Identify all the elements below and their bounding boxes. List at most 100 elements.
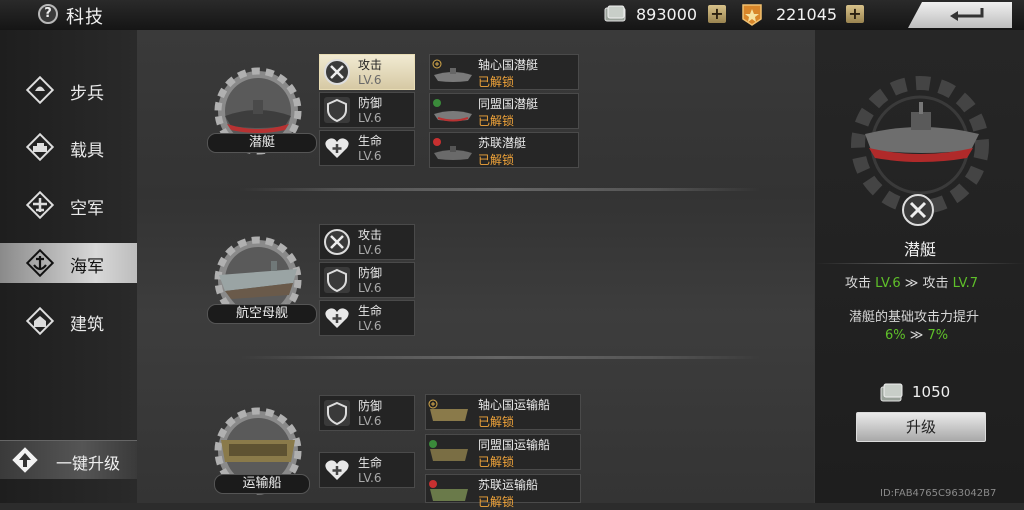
attack-attribute-button[interactable]: 攻击 LV.6 [319, 224, 415, 260]
unit-label-carrier: 航空母舰 [207, 304, 317, 324]
medal-value: 221045 [776, 5, 838, 24]
transport-thumbnail-icon [429, 480, 468, 501]
attribute-name: 生命 [358, 134, 383, 148]
back-button[interactable] [908, 2, 1012, 28]
unlock-status: 已解锁 [478, 455, 515, 469]
sidebar-item-infantry[interactable]: 步兵 [0, 70, 137, 110]
unlock-status: 已解锁 [478, 153, 515, 167]
medal-icon [742, 4, 762, 26]
upgrade-description: 潜艇的基础攻击力提升 [849, 310, 980, 325]
submarine-thumbnail-icon [433, 138, 472, 160]
unlock-soviet-transport[interactable]: 苏联运输船 已解锁 [425, 474, 581, 509]
sidebar-item-airforce[interactable]: 空军 [0, 185, 137, 225]
submarine-thumbnail-icon [433, 99, 472, 122]
sidebar-item-building[interactable]: 建筑 [0, 301, 137, 341]
defense-attribute-button[interactable]: 防御 LV.6 [319, 395, 415, 431]
return-arrow-icon [950, 8, 984, 21]
sidebar-item-label: 空军 [70, 199, 104, 219]
attribute-name: 防御 [358, 266, 383, 280]
sidebar-item-navy[interactable]: 海军 [0, 243, 137, 283]
attribute-name: 生命 [358, 304, 383, 318]
detail-unit-name: 潜艇 [903, 240, 936, 259]
health-attribute-button[interactable]: 生命 LV.6 [319, 452, 415, 488]
unit-label-submarine: 潜艇 [207, 133, 317, 153]
transport-thumbnail-icon [428, 399, 468, 421]
one-key-upgrade-label: 一键升级 [56, 454, 121, 473]
sidebar-item-label: 步兵 [70, 84, 104, 104]
upgrade-button[interactable]: 升级 [856, 412, 986, 442]
unlock-status: 已解锁 [478, 114, 515, 128]
attack-icon [324, 229, 350, 255]
navy-anchor-icon [26, 249, 54, 277]
section-divider [240, 188, 760, 191]
to-percent: 7% [927, 328, 949, 343]
unlock-name: 苏联潜艇 [478, 136, 527, 150]
sidebar-item-label: 建筑 [70, 315, 104, 335]
to-level: LV.7 [952, 276, 979, 291]
to-label: 攻击 [922, 276, 949, 291]
add-cash-button[interactable]: + [708, 5, 726, 23]
attribute-name: 生命 [358, 456, 383, 470]
detail-panel: 潜艇 攻击 LV.6 ≫ 攻击 LV.7 潜艇的基础攻击力提升 6% ≫ 7% … [814, 30, 1024, 503]
detail-submarine-image [865, 102, 979, 162]
infantry-icon [26, 76, 54, 104]
shield-icon [324, 400, 350, 426]
level-change-line: 攻击 LV.6 ≫ 攻击 LV.7 [845, 272, 1024, 291]
attack-icon [324, 59, 350, 85]
defense-attribute-button[interactable]: 防御 LV.6 [319, 92, 415, 128]
upgrade-cost: 1050 [912, 383, 951, 401]
one-key-upgrade-button[interactable]: 一键升级 [0, 440, 137, 479]
health-attribute-button[interactable]: 生命 LV.6 [319, 300, 415, 336]
defense-attribute-button[interactable]: 防御 LV.6 [319, 262, 415, 298]
shield-icon [324, 97, 350, 123]
attack-attribute-button[interactable]: 攻击 LV.6 [319, 54, 415, 90]
health-attribute-button[interactable]: 生命 LV.6 [319, 130, 415, 166]
unlock-soviet-submarine[interactable]: 苏联潜艇 已解锁 [429, 132, 579, 168]
from-level: LV.6 [875, 276, 901, 291]
vehicle-icon [26, 133, 54, 161]
arrow-glyph: ≫ [909, 328, 924, 343]
help-button[interactable]: ? [38, 4, 58, 24]
unlock-axis-submarine[interactable]: 轴心国潜艇 已解锁 [429, 54, 579, 90]
unlock-name: 同盟国潜艇 [478, 97, 539, 111]
unlock-allies-submarine[interactable]: 同盟国潜艇 已解锁 [429, 93, 579, 129]
detail-divider [815, 263, 1024, 264]
attribute-level: LV.6 [358, 73, 382, 87]
unlock-status: 已解锁 [478, 495, 515, 509]
attribute-level: LV.6 [358, 243, 382, 257]
sidebar-item-label: 载具 [70, 141, 104, 161]
attribute-name: 防御 [358, 96, 383, 110]
attribute-level: LV.6 [358, 111, 382, 125]
unlock-allies-transport[interactable]: 同盟国运输船 已解锁 [425, 434, 581, 470]
building-icon [26, 307, 54, 335]
unlock-name: 轴心国运输船 [478, 398, 551, 412]
arrow-glyph: ≫ [904, 276, 919, 291]
section-divider [240, 356, 760, 359]
unlock-name: 轴心国潜艇 [478, 58, 539, 72]
heart-plus-icon [325, 308, 349, 328]
cash-value: 893000 [636, 5, 698, 24]
attribute-level: LV.6 [358, 319, 382, 333]
attribute-level: LV.6 [358, 414, 382, 428]
unlock-status: 已解锁 [478, 75, 515, 89]
sidebar-item-vehicle[interactable]: 载具 [0, 127, 137, 167]
attribute-level: LV.6 [358, 281, 382, 295]
page-title: 科技 [66, 7, 104, 28]
up-arrow-icon [12, 447, 38, 473]
transport-thumbnail-icon [429, 440, 468, 461]
unlock-name: 同盟国运输船 [478, 438, 551, 452]
sidebar-item-label: 海军 [70, 257, 104, 277]
cash-icon [880, 383, 903, 402]
heart-plus-icon [325, 138, 349, 158]
cash-icon [604, 5, 626, 22]
unlock-axis-transport[interactable]: 轴心国运输船 已解锁 [425, 394, 581, 430]
attribute-level: LV.6 [358, 149, 382, 163]
top-bar [0, 0, 1024, 31]
add-medal-button[interactable]: + [846, 5, 864, 23]
from-label: 攻击 [845, 276, 872, 291]
attribute-name: 攻击 [358, 228, 383, 242]
submarine-thumbnail-icon [432, 59, 472, 82]
attack-icon [902, 194, 934, 226]
shield-icon [324, 267, 350, 293]
player-id: ID:FAB4765C963042B7 [880, 488, 997, 499]
